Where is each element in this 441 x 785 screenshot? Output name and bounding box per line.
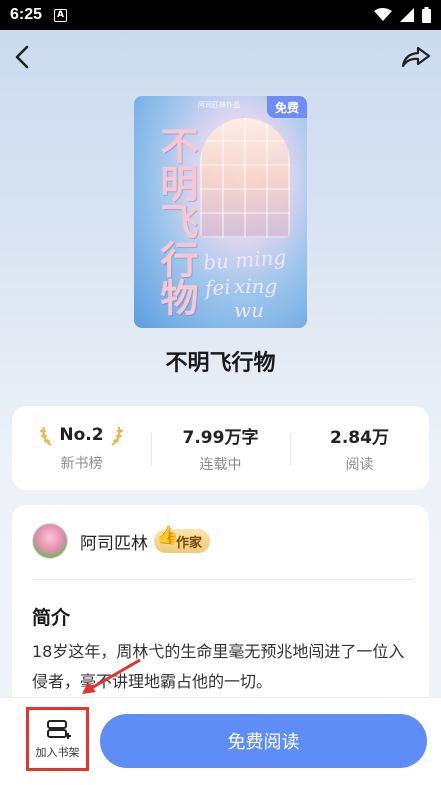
status-icons [374, 7, 431, 23]
share-icon [401, 46, 431, 68]
free-read-button[interactable]: 免费阅读 [100, 714, 427, 768]
stat-rank-label: 新书榜 [60, 456, 103, 472]
add-to-shelf-label: 加入书架 [35, 746, 80, 759]
share-button[interactable] [399, 42, 433, 72]
author-badge-label: 作家 [176, 535, 203, 551]
bottom-bar: 加入书架 免费阅读 [0, 697, 441, 785]
stat-rank-value: No.2 [59, 425, 104, 445]
bookshelf-icon [46, 720, 71, 739]
thumbs-up-icon: 👍 [156, 525, 179, 546]
notification-indicator: A [54, 8, 68, 22]
stat-wordcount-label: 连载中 [199, 456, 242, 473]
stat-wordcount: 7.99万字 连载中 [151, 423, 290, 474]
book-title: 不明飞行物 [165, 351, 276, 376]
stat-reads: 2.84万 阅读 [290, 423, 429, 474]
stat-reads-value: 2.84万 [330, 427, 389, 448]
cover-script-2: xing wu [234, 274, 278, 322]
free-badge: 免费 [267, 96, 307, 118]
stat-wordcount-value: 7.99万字 [182, 427, 259, 448]
stat-reads-label: 阅读 [345, 456, 374, 473]
stat-rank[interactable]: No.2 新书榜 [12, 423, 151, 473]
status-bar: 6:25 A [0, 0, 441, 30]
chevron-left-icon [15, 45, 29, 69]
laurel-left-icon [40, 426, 52, 446]
wifi-icon [374, 8, 392, 21]
top-nav [0, 30, 441, 84]
intro-heading: 简介 [32, 607, 71, 629]
status-time: 6:25 [10, 6, 43, 23]
laurel-right-icon [111, 426, 123, 446]
signal-icon [400, 8, 414, 22]
author-badge: 👍 作家 [154, 525, 211, 553]
battery-icon [422, 7, 431, 23]
cover-author-text: 阿司匹林作品 [198, 101, 240, 109]
cover-window-art [200, 118, 290, 238]
author-row[interactable]: 阿司匹林 👍 作家 [32, 523, 211, 559]
stat-rank-value-row: No.2 [12, 423, 151, 447]
divider [32, 579, 413, 580]
stats-card: No.2 新书榜 7.99万字 连载中 2.84万 阅读 [12, 406, 429, 490]
author-name[interactable]: 阿司匹林 [80, 529, 148, 554]
back-button[interactable] [8, 42, 38, 72]
add-to-shelf-button[interactable]: 加入书架 [26, 707, 89, 771]
cover-title-art: 不明飞行物 [154, 126, 199, 316]
intro-text[interactable]: 18岁这年，周林弋的生命里毫无预兆地闯进了一位入侵者，毫不讲理地霸占他的一切。 [32, 637, 412, 697]
book-cover[interactable]: 阿司匹林作品 免费 不明飞行物 bu ming fei xing wu [134, 96, 307, 328]
avatar[interactable] [32, 523, 68, 559]
